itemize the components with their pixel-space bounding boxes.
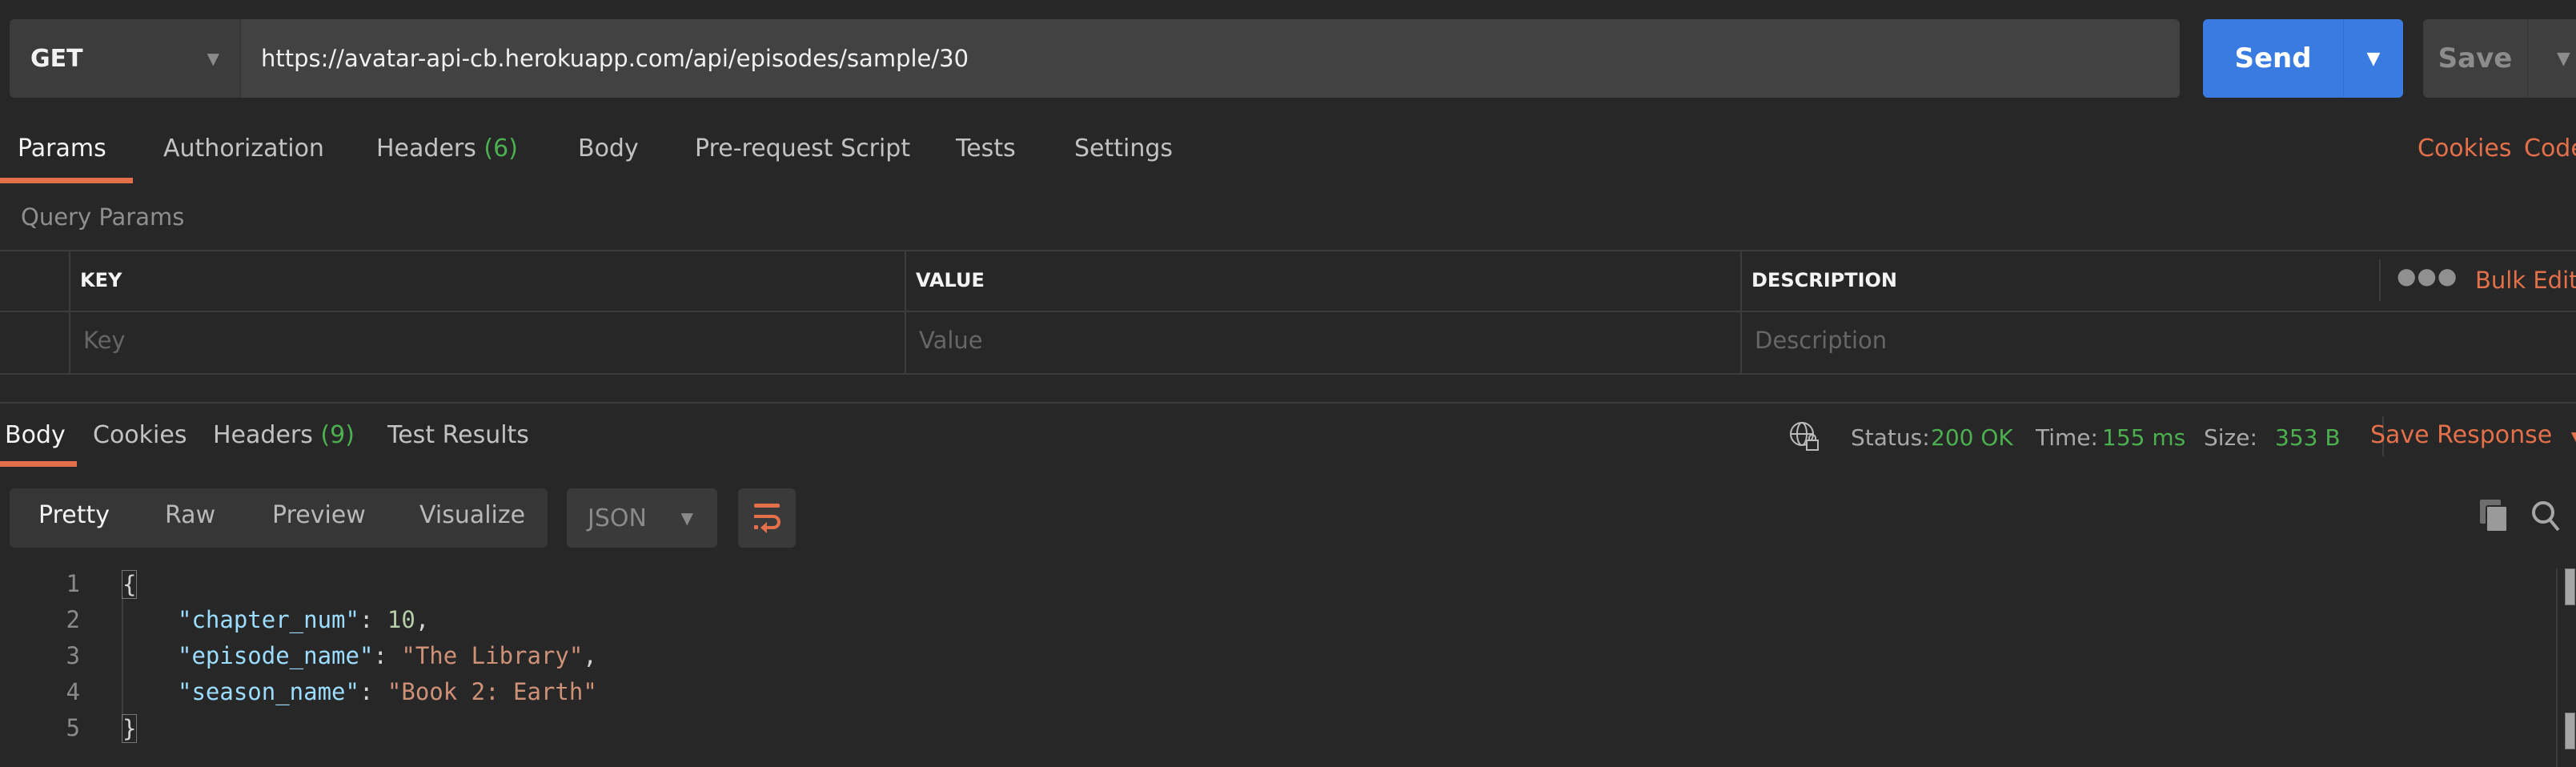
wrap-lines-button[interactable] [738, 488, 796, 548]
json-value: "Book 2: Earth" [387, 678, 597, 705]
view-mode-raw[interactable]: Raw [165, 501, 215, 529]
send-button-group: Send ▼ [2203, 19, 2403, 98]
code-line: "episode_name": "The Library", [178, 642, 597, 669]
copy-icon[interactable] [2478, 498, 2510, 533]
save-response-label: Save Response [2370, 421, 2553, 449]
method-label: GET [30, 44, 83, 73]
save-options-button[interactable]: ▼ [2528, 19, 2576, 98]
chevron-down-icon: ▼ [680, 508, 693, 528]
json-value: 10 [387, 606, 415, 633]
globe-lock-icon[interactable] [1788, 420, 1821, 453]
active-tab-indicator [0, 178, 133, 183]
key-input[interactable]: Key [83, 327, 126, 354]
response-tab-cookies[interactable]: Cookies [93, 421, 187, 449]
description-input[interactable]: Description [1755, 327, 1887, 354]
json-value: "The Library" [401, 642, 584, 669]
punctuation: , [583, 642, 597, 669]
indent-guide [122, 596, 123, 721]
size-value[interactable]: 353 B [2275, 424, 2341, 451]
column-divider [905, 250, 906, 375]
view-mode-preview[interactable]: Preview [272, 501, 366, 529]
tab-settings[interactable]: Settings [1074, 135, 1173, 163]
response-tab-body[interactable]: Body [5, 421, 66, 449]
ellipsis-icon[interactable]: ●●● [2397, 263, 2458, 289]
active-response-tab-indicator [0, 461, 77, 467]
value-input[interactable]: Value [919, 327, 983, 354]
tab-params[interactable]: Params [18, 135, 106, 163]
table-border-bottom [0, 373, 2576, 375]
scrollbar-thumb[interactable] [2565, 713, 2575, 749]
chevron-down-icon: ▼ [207, 49, 219, 68]
status-value: 200 OK [1931, 424, 2013, 451]
chevron-down-icon: ▼ [2571, 428, 2576, 447]
punctuation: , [415, 606, 430, 633]
size-label: Size: [2204, 424, 2257, 451]
time-label: Time: [2036, 424, 2098, 451]
save-button-group: Save ▼ [2423, 19, 2576, 98]
tab-authorization[interactable]: Authorization [163, 135, 324, 163]
scrollbar-track[interactable] [2556, 568, 2558, 767]
save-button[interactable]: Save [2423, 19, 2528, 98]
save-response-button[interactable]: Save Response ▼ [2370, 421, 2576, 449]
code-link[interactable]: Code [2524, 135, 2576, 163]
json-key: "episode_name" [178, 642, 374, 669]
json-key: "chapter_num" [178, 606, 359, 633]
status-label: Status: [1851, 424, 1930, 451]
view-mode-visualize[interactable]: Visualize [419, 501, 525, 529]
line-number: 4 [66, 678, 80, 705]
tab-headers-label: Headers [376, 135, 476, 163]
response-tab-headers[interactable]: Headers (9) [213, 421, 355, 449]
wrap-icon [754, 504, 780, 533]
table-border-top [0, 250, 2576, 251]
line-number: 1 [66, 570, 80, 597]
line-number: 3 [66, 642, 80, 669]
tab-body[interactable]: Body [578, 135, 639, 163]
column-header-description: DESCRIPTION [1751, 269, 1898, 291]
cookies-link[interactable]: Cookies [2418, 135, 2511, 163]
line-number: 5 [66, 714, 80, 741]
column-header-value: VALUE [916, 269, 985, 291]
close-brace: } [122, 714, 138, 743]
scrollbar-thumb[interactable] [2565, 568, 2575, 605]
tab-headers[interactable]: Headers (6) [376, 135, 518, 163]
chevron-down-icon: ▼ [2366, 48, 2381, 69]
time-value[interactable]: 155 ms [2102, 424, 2185, 451]
code-line: "season_name": "Book 2: Earth" [178, 678, 597, 705]
search-icon[interactable] [2530, 498, 2562, 533]
view-mode-pretty[interactable]: Pretty [38, 501, 110, 529]
tab-pre-request-script[interactable]: Pre-request Script [695, 135, 910, 163]
url-input[interactable]: https://avatar-api-cb.herokuapp.com/api/… [241, 19, 2180, 98]
column-divider [69, 250, 70, 375]
bulk-edit-link[interactable]: Bulk Edit [2475, 267, 2576, 294]
response-tab-headers-label: Headers [213, 421, 313, 449]
response-tab-test-results[interactable]: Test Results [387, 421, 529, 449]
code-line: "chapter_num": 10, [178, 606, 430, 633]
format-label: JSON [588, 504, 647, 532]
column-divider [2379, 259, 2381, 301]
headers-count: (6) [484, 135, 518, 163]
json-key: "season_name" [178, 678, 359, 705]
line-number: 2 [66, 606, 80, 633]
url-text: https://avatar-api-cb.herokuapp.com/api/… [261, 45, 969, 72]
format-select[interactable]: JSON ▼ [567, 488, 717, 548]
tab-tests[interactable]: Tests [956, 135, 1016, 163]
pane-divider[interactable] [0, 402, 2576, 404]
response-headers-count: (9) [320, 421, 355, 449]
query-params-title: Query Params [21, 203, 185, 231]
send-button[interactable]: Send [2203, 19, 2344, 98]
table-border-mid [0, 311, 2576, 312]
send-options-button[interactable]: ▼ [2344, 19, 2403, 98]
method-select[interactable]: GET ▼ [10, 19, 241, 98]
column-header-key: KEY [80, 269, 122, 291]
open-brace: { [122, 570, 138, 599]
column-divider [1740, 250, 1742, 375]
chevron-down-icon: ▼ [2557, 48, 2570, 69]
